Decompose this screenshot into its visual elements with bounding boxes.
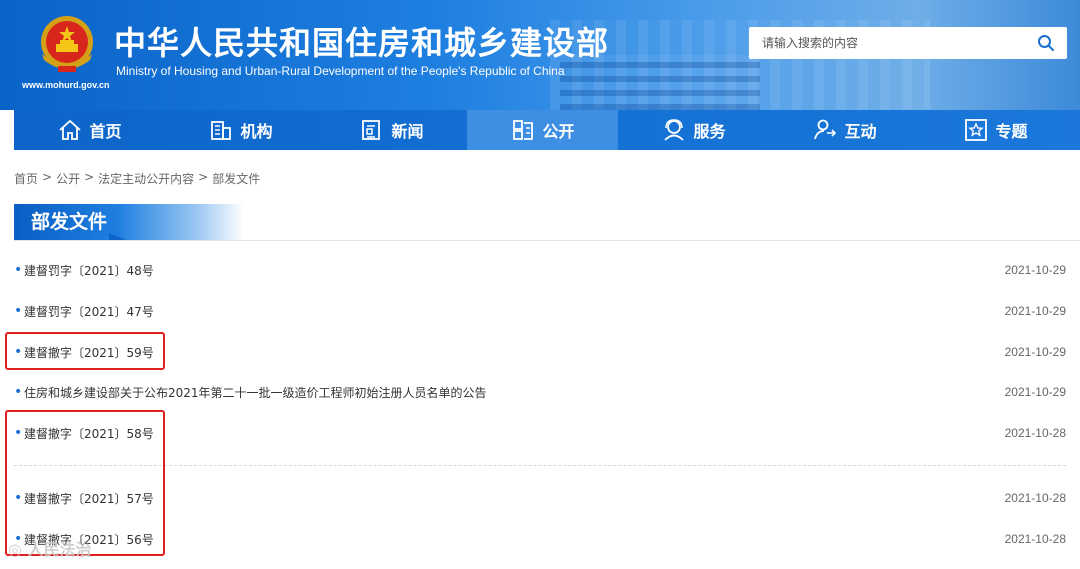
list-item[interactable]: • 建督罚字〔2021〕48号 2021-10-29	[14, 259, 1066, 281]
list-item[interactable]: • 建督撤字〔2021〕57号 2021-10-28	[14, 487, 1066, 509]
breadcrumb-separator: >	[42, 170, 53, 184]
nav-item-label: 新闻	[391, 122, 424, 141]
document-title-link[interactable]: 建督罚字〔2021〕47号	[24, 303, 154, 320]
list-item[interactable]: • 建督撤字〔2021〕59号 2021-10-29	[14, 341, 1066, 363]
highlight-box	[5, 410, 165, 556]
document-date: 2021-10-28	[1004, 426, 1066, 440]
home-icon	[59, 119, 82, 140]
watermark-logo-icon: ◎	[8, 540, 28, 559]
breadcrumb-disclosure[interactable]: 公开	[56, 170, 80, 187]
nav-item-label: 服务	[693, 122, 726, 141]
watermark-text: 人民法治	[27, 540, 92, 559]
search-icon	[1038, 35, 1054, 51]
page-break-divider	[14, 465, 1066, 466]
list-item[interactable]: • 住房和城乡建设部关于公布2021年第二十一批一级造价工程师初始注册人员名单的…	[14, 381, 1066, 403]
service-icon	[664, 119, 685, 141]
interaction-icon	[814, 119, 837, 140]
news-icon	[362, 120, 381, 140]
nav-item-label: 专题	[995, 122, 1028, 141]
section-title: 部发文件	[14, 204, 244, 241]
breadcrumb-separator: >	[198, 170, 209, 184]
search-input[interactable]	[749, 28, 1025, 58]
document-date: 2021-10-29	[1004, 263, 1066, 277]
document-date: 2021-10-29	[1004, 385, 1066, 399]
site-url: www.mohurd.gov.cn	[22, 80, 110, 90]
list-item[interactable]: • 建督撤字〔2021〕56号 2021-10-28	[14, 528, 1066, 550]
building-icon	[211, 121, 232, 140]
section-divider	[14, 240, 1080, 241]
search-button[interactable]	[1025, 27, 1067, 59]
nav-item-label: 公开	[542, 122, 575, 141]
document-date: 2021-10-29	[1004, 345, 1066, 359]
document-date: 2021-10-28	[1004, 532, 1066, 546]
watermark: ◎ 人民法治	[8, 536, 92, 560]
nav-item-service[interactable]: 服务	[618, 110, 769, 150]
national-emblem-icon[interactable]	[36, 14, 98, 76]
nav-item-label: 机构	[240, 122, 273, 141]
breadcrumb-statutory-content[interactable]: 法定主动公开内容	[98, 170, 194, 187]
highlight-box	[5, 332, 165, 370]
document-date: 2021-10-29	[1004, 304, 1066, 318]
main-nav: 首页 机构 新闻 公开 服务 互动 专题	[14, 110, 1080, 150]
nav-item-institution[interactable]: 机构	[165, 110, 316, 150]
nav-item-label: 互动	[844, 122, 877, 141]
bullet-icon: •	[14, 384, 23, 400]
disclosure-icon	[513, 120, 534, 140]
site-subtitle: Ministry of Housing and Urban-Rural Deve…	[116, 64, 565, 78]
nav-item-topic[interactable]: 专题	[920, 110, 1071, 150]
nav-item-label: 首页	[89, 122, 122, 141]
topic-icon	[965, 119, 988, 141]
bullet-icon: •	[14, 303, 23, 319]
site-header: www.mohurd.gov.cn 中华人民共和国住房和城乡建设部 Minist…	[0, 0, 1080, 110]
breadcrumb-separator: >	[84, 170, 95, 184]
nav-item-interaction[interactable]: 互动	[769, 110, 920, 150]
bullet-icon: •	[14, 262, 23, 278]
nav-item-disclosure[interactable]: 公开	[467, 110, 618, 150]
breadcrumb-current[interactable]: 部发文件	[212, 170, 260, 187]
nav-item-news[interactable]: 新闻	[316, 110, 467, 150]
search-box	[749, 27, 1067, 59]
nav-item-home[interactable]: 首页	[14, 110, 165, 150]
document-title-link[interactable]: 住房和城乡建设部关于公布2021年第二十一批一级造价工程师初始注册人员名单的公告	[24, 384, 487, 401]
list-item[interactable]: • 建督撤字〔2021〕58号 2021-10-28	[14, 422, 1066, 444]
list-item[interactable]: • 建督罚字〔2021〕47号 2021-10-29	[14, 300, 1066, 322]
breadcrumb-home[interactable]: 首页	[14, 170, 38, 187]
document-title-link[interactable]: 建督罚字〔2021〕48号	[24, 262, 154, 279]
site-title: 中华人民共和国住房和城乡建设部	[114, 24, 610, 62]
breadcrumb: 首页 > 公开 > 法定主动公开内容 > 部发文件	[14, 170, 260, 187]
document-date: 2021-10-28	[1004, 491, 1066, 505]
